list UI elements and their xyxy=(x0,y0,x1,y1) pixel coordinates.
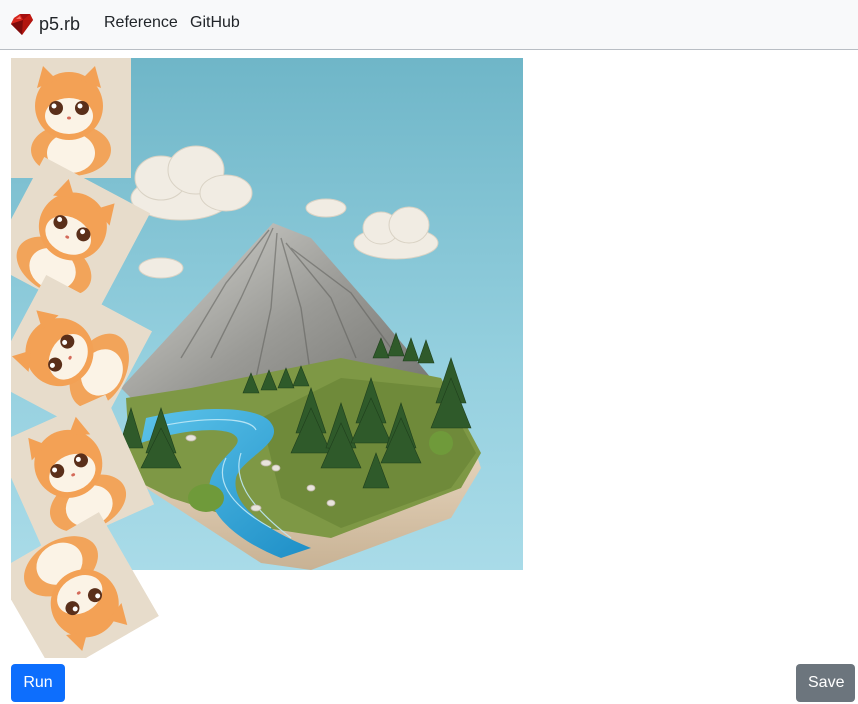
brand-name: p5.rb xyxy=(39,13,81,34)
cat-stamp-1 xyxy=(11,58,131,178)
save-button[interactable]: Save xyxy=(796,664,855,702)
brand-link[interactable]: p5.rb xyxy=(10,10,80,38)
navbar: p5.rb Reference GitHub xyxy=(0,0,858,50)
ruby-gem-icon xyxy=(11,14,33,35)
run-button[interactable]: Run xyxy=(11,664,65,702)
nav-link-github[interactable]: GitHub xyxy=(190,14,240,32)
nav-link-reference[interactable]: Reference xyxy=(104,14,178,32)
sketch-canvas[interactable] xyxy=(11,58,523,658)
